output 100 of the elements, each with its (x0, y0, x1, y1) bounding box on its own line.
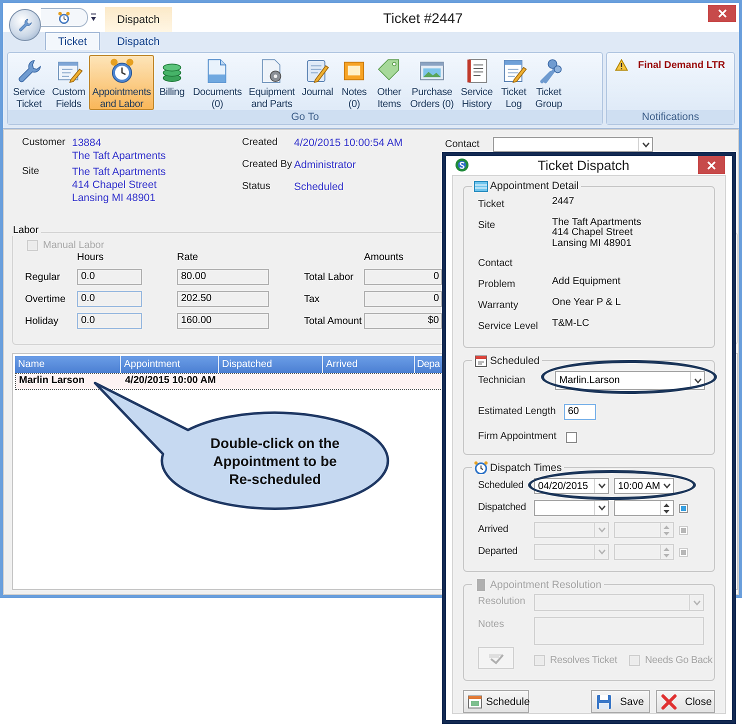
rate-field[interactable]: 80.00 (177, 269, 269, 285)
spin-arrows-icon (661, 524, 672, 536)
caret-icon (598, 483, 606, 489)
group-title: Labor (11, 225, 41, 236)
field-value: Lansing MI 48901 (72, 192, 156, 205)
dialog-button[interactable]: Close (656, 690, 715, 713)
dialog-button[interactable]: Save (591, 690, 650, 713)
length-field[interactable]: 60 (564, 404, 596, 420)
amount-field: $0 (364, 313, 442, 329)
ribbon-button[interactable]: Custom Fields (48, 55, 88, 110)
customize-toolbar-icon[interactable] (90, 13, 97, 22)
field-label: Resolution (478, 595, 526, 609)
application-menu-button[interactable] (9, 9, 41, 41)
ribbon-button[interactable]: Journal (298, 55, 336, 110)
caret-icon (598, 549, 606, 555)
ribbon-button[interactable]: Purchase Orders (0) (407, 55, 457, 110)
checkbox-label: Manual Labor (43, 240, 104, 251)
field-value: Administrator (294, 159, 357, 172)
field-label: Contact (478, 257, 514, 270)
close-icon (718, 9, 726, 18)
window-title: Ticket #2447 (382, 10, 464, 26)
field-value: The Taft Apartments (72, 150, 167, 163)
total-label: Total Labor (304, 272, 354, 282)
resolution-dropdown[interactable] (534, 594, 704, 611)
group-title: Dispatch Times (490, 462, 562, 474)
wrench-icon (17, 17, 33, 33)
group-label: Notifications (607, 110, 734, 124)
field-label: Contact (445, 139, 480, 150)
field-label: Technician (478, 374, 526, 386)
checkbox[interactable] (566, 432, 578, 442)
spell-check-button[interactable] (478, 647, 514, 669)
alarm-clock-icon (108, 57, 136, 85)
caret-icon (642, 142, 650, 148)
field-value: 2447 (552, 196, 576, 207)
dialog-button[interactable]: Schedule (463, 690, 529, 713)
checkbox-label: Needs Go Back (645, 654, 712, 666)
group-title: Appointment Detail (490, 180, 579, 192)
hours-field[interactable]: 0.0 (77, 313, 142, 329)
field-label: Firm Appointment (478, 431, 556, 443)
time-dropdown[interactable]: 10:00 AM (614, 478, 674, 494)
close-button[interactable] (708, 5, 736, 22)
rate-field[interactable]: 202.50 (177, 291, 269, 307)
field-value: The Taft Apartments (72, 166, 167, 179)
row-label: Overtime (25, 294, 67, 304)
ribbon-button[interactable]: Equipment and Parts (246, 55, 298, 110)
row-label: Holiday (25, 316, 60, 326)
set-time-button[interactable] (679, 548, 688, 556)
set-time-button[interactable] (679, 504, 688, 512)
ribbon-button[interactable]: Ticket Log (496, 55, 531, 110)
calendar-icon (474, 354, 488, 367)
ribbon-button[interactable]: Documents (0) (190, 55, 245, 110)
table-cell-text: 4/20/2015 10:00 AM (124, 374, 217, 388)
date-dropdown[interactable] (534, 500, 609, 516)
field-value: 4/20/2015 10:00:54 AM (294, 137, 404, 150)
set-time-button[interactable] (679, 526, 688, 534)
time-spinner[interactable] (614, 500, 674, 516)
notes-field[interactable] (534, 617, 704, 645)
hours-field[interactable]: 0.0 (77, 269, 142, 285)
field-label: Problem (478, 278, 516, 291)
ribbon-button[interactable]: Notes (0) (337, 55, 372, 110)
field-label: Status (242, 181, 272, 194)
alarm-clock-icon (474, 461, 488, 474)
alarm-clock-icon[interactable] (57, 10, 71, 24)
spin-arrows-icon (661, 502, 672, 514)
field-value: Add Equipment (552, 277, 622, 288)
contact-dropdown[interactable] (493, 137, 653, 152)
ribbon-tab[interactable]: Dispatch (104, 32, 173, 50)
warning-icon (615, 59, 628, 71)
field-value: One Year P & L (552, 298, 622, 308)
amount-field: 0 (364, 269, 442, 285)
field-value: Lansing MI 48901 (552, 238, 633, 249)
ribbon-button[interactable]: Billing (154, 55, 189, 110)
date-dropdown[interactable]: 04/20/2015 (534, 478, 609, 494)
dialog-title: Ticket Dispatch (536, 158, 630, 173)
close-button[interactable] (698, 156, 725, 174)
field-label: Estimated Length (478, 406, 556, 418)
technician-dropdown[interactable]: Marlin.Larson (555, 371, 706, 390)
contextual-tab-label: Dispatch (105, 7, 172, 32)
callout-text: Double-click on the Appointment to be Re-scheduled (209, 434, 341, 488)
ribbon-button[interactable]: Service Ticket (10, 55, 48, 110)
notification-link[interactable]: Final Demand LTR (638, 60, 726, 70)
field-value: Scheduled (294, 181, 345, 194)
field-value: The Taft Apartments (552, 218, 642, 228)
ribbon-button[interactable]: Other Items (372, 55, 406, 110)
hours-field[interactable]: 0.0 (77, 291, 142, 307)
caret-icon (662, 483, 671, 489)
ribbon-button[interactable]: Appointments and Labor (89, 55, 154, 110)
caret-icon (598, 527, 606, 533)
field-label: Site (478, 218, 496, 232)
caret-icon (598, 505, 606, 511)
rate-field[interactable]: 160.00 (177, 313, 269, 329)
field-label: Scheduled (478, 480, 524, 492)
field-label: Arrived (478, 524, 510, 536)
field-value: 13884 (72, 137, 102, 150)
ribbon-button[interactable]: Ticket Group (532, 55, 566, 110)
field-label: Created (242, 137, 279, 150)
ribbon-button[interactable]: Service History (458, 55, 496, 110)
ribbon-tab[interactable]: Ticket (45, 32, 100, 50)
field-value: T&M-LC (552, 319, 590, 330)
caret-icon (694, 378, 702, 384)
